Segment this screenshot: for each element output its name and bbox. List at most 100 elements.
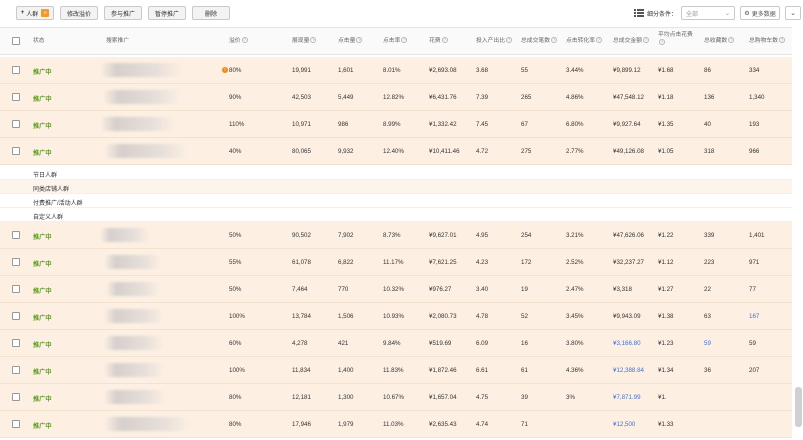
col-clicks[interactable]: 点击量? [338,37,363,45]
table-row[interactable]: 推广中 80% 17,946 1,979 11.03% ¥2,635.43 4.… [0,411,792,438]
col-gmv[interactable]: 总成交金额? [613,37,649,45]
plus-icon: + [20,10,25,16]
premium-cell[interactable]: 60% [229,340,241,347]
gmv-cell: ¥12,388.84 [613,367,644,374]
more-data-button[interactable]: ⚙ 更多数据 [740,6,780,20]
blurred-crowd-name[interactable] [104,336,164,350]
row-checkbox[interactable] [12,312,20,320]
premium-cell[interactable]: 50% [229,232,241,239]
table-row[interactable]: 推广中 100% 11,834 1,400 11.83% ¥1,872.46 6… [0,357,792,384]
row-checkbox[interactable] [12,420,20,428]
col-cpc[interactable]: 平均点击花费? [658,31,698,47]
row-checkbox[interactable] [12,93,20,101]
row-checkbox[interactable] [12,393,20,401]
help-icon[interactable]: ? [310,37,317,44]
col-cost[interactable]: 花费? [429,37,448,45]
row-checkbox[interactable] [12,258,20,266]
group-row[interactable]: 付费推广/活动人群 [0,194,792,208]
row-checkbox[interactable] [12,231,20,239]
premium-cell[interactable]: 50% [229,286,241,293]
blurred-crowd-name[interactable] [104,390,166,404]
premium-cell[interactable]: 80% [229,421,241,428]
cost-cell: ¥1,872.46 [429,367,457,374]
table-row[interactable]: 推广中 50% 90,502 7,902 8.73% ¥9,627.01 4.9… [0,222,792,249]
help-icon[interactable]: ? [441,37,448,44]
clicks-cell: 6,822 [338,259,354,266]
table-row[interactable]: 推广中 55% 61,078 6,822 11.17% ¥7,621.25 4.… [0,249,792,276]
table-row[interactable]: 推广中 40% 80,065 9,932 12.40% ¥10,411.46 4… [0,138,792,165]
premium-cell[interactable]: 55% [229,259,241,266]
premium-cell[interactable]: 100% [229,313,245,320]
table-row[interactable]: 推广中 50% 7,464 770 10.32% ¥976.27 3.40 19… [0,276,792,303]
orders-cell: 254 [521,232,532,239]
blurred-crowd-name[interactable] [103,90,181,104]
row-checkbox[interactable] [12,285,20,293]
col-cart[interactable]: 总购物车数? [749,37,785,45]
group-row[interactable]: 节日人群 [0,166,792,180]
blurred-crowd-name[interactable] [104,363,164,377]
help-icon[interactable]: ? [659,39,665,46]
help-icon[interactable]: ? [241,37,248,44]
row-checkbox[interactable] [12,339,20,347]
row-checkbox[interactable] [12,66,20,74]
help-icon[interactable]: ? [728,37,735,44]
col-roi[interactable]: 投入产出比? [476,37,512,45]
col-ctr[interactable]: 点击率? [383,37,408,45]
help-icon[interactable]: ? [643,37,649,44]
delete-button[interactable]: 删除 [192,6,230,20]
help-icon[interactable]: ? [506,37,512,44]
row-checkbox[interactable] [12,147,20,155]
premium-cell[interactable]: 40% [229,148,241,155]
table-row[interactable]: 推广中 60% 4,278 421 9.84% ¥519.69 6.09 16 … [0,330,792,357]
help-icon[interactable]: ? [551,37,557,44]
blurred-crowd-name[interactable] [100,63,182,77]
group-row[interactable]: 同类店铺人群 [0,180,792,194]
edit-premium-button[interactable]: 修改溢价 [60,6,98,20]
table-row[interactable]: 推广中 100% 13,784 1,506 10.93% ¥2,080.73 4… [0,303,792,330]
blurred-crowd-name[interactable] [106,282,160,296]
help-icon[interactable]: ? [356,37,363,44]
impressions-cell: 90,502 [292,232,311,239]
premium-cell[interactable]: ! 80% [222,67,241,74]
table-row[interactable]: 推广中 ! 80% 19,991 1,601 8.01% ¥2,693.08 3.… [0,57,792,84]
scrollbar-thumb[interactable] [795,387,802,427]
cpc-cell: ¥1.18 [658,94,674,101]
add-crowd-button[interactable]: + 人群 » [16,6,54,20]
blurred-crowd-name[interactable] [100,228,150,242]
table-row[interactable]: 推广中 90% 42,503 5,449 12.82% ¥6,431.76 7.… [0,84,792,111]
vertical-scrollbar[interactable] [793,27,803,440]
fav-cell: 86 [704,67,711,74]
row-checkbox[interactable] [12,366,20,374]
select-all-checkbox[interactable] [12,37,20,45]
expand-toggle-button[interactable]: ⌄ [785,6,801,20]
col-cvr[interactable]: 点击转化率? [566,37,602,45]
premium-cell[interactable]: 80% [229,394,241,401]
col-fav[interactable]: 总收藏数? [704,37,735,45]
blurred-crowd-name[interactable] [100,117,176,131]
pause-promotion-button[interactable]: 暂停推广 [148,6,186,20]
blurred-crowd-name[interactable] [104,417,190,431]
help-icon[interactable]: ? [596,37,602,44]
blurred-crowd-name[interactable] [104,255,162,269]
help-icon[interactable]: ? [401,37,408,44]
col-premium[interactable]: 溢价? [229,37,248,45]
col-orders[interactable]: 总成交笔数? [521,37,557,45]
roi-cell: 6.09 [476,340,489,347]
filter-select[interactable]: 全部 ⌄ [681,6,735,20]
cvr-cell: 4.36% [566,367,584,374]
premium-cell[interactable]: 110% [229,121,244,128]
group-row[interactable]: 自定义人群 [0,208,792,222]
table-row[interactable]: 推广中 80% 12,181 1,300 10.67% ¥1,657.04 4.… [0,384,792,411]
premium-cell[interactable]: 90% [229,94,241,101]
help-icon[interactable]: ? [779,37,785,44]
row-checkbox[interactable] [12,120,20,128]
blurred-crowd-name[interactable] [104,144,188,158]
filter-area: 细分条件： 全部 ⌄ ⚙ 更多数据 ⌄ [633,5,803,21]
join-promotion-button[interactable]: 参与推广 [104,6,142,20]
orders-cell: 55 [521,67,528,74]
blurred-crowd-name[interactable] [104,309,164,323]
col-impressions[interactable]: 展现量? [292,37,317,45]
ctr-cell: 12.82% [383,94,404,101]
table-row[interactable]: 推广中 110% 10,971 986 8.99% ¥1,332.42 7.45… [0,111,792,138]
premium-cell[interactable]: 100% [229,367,245,374]
